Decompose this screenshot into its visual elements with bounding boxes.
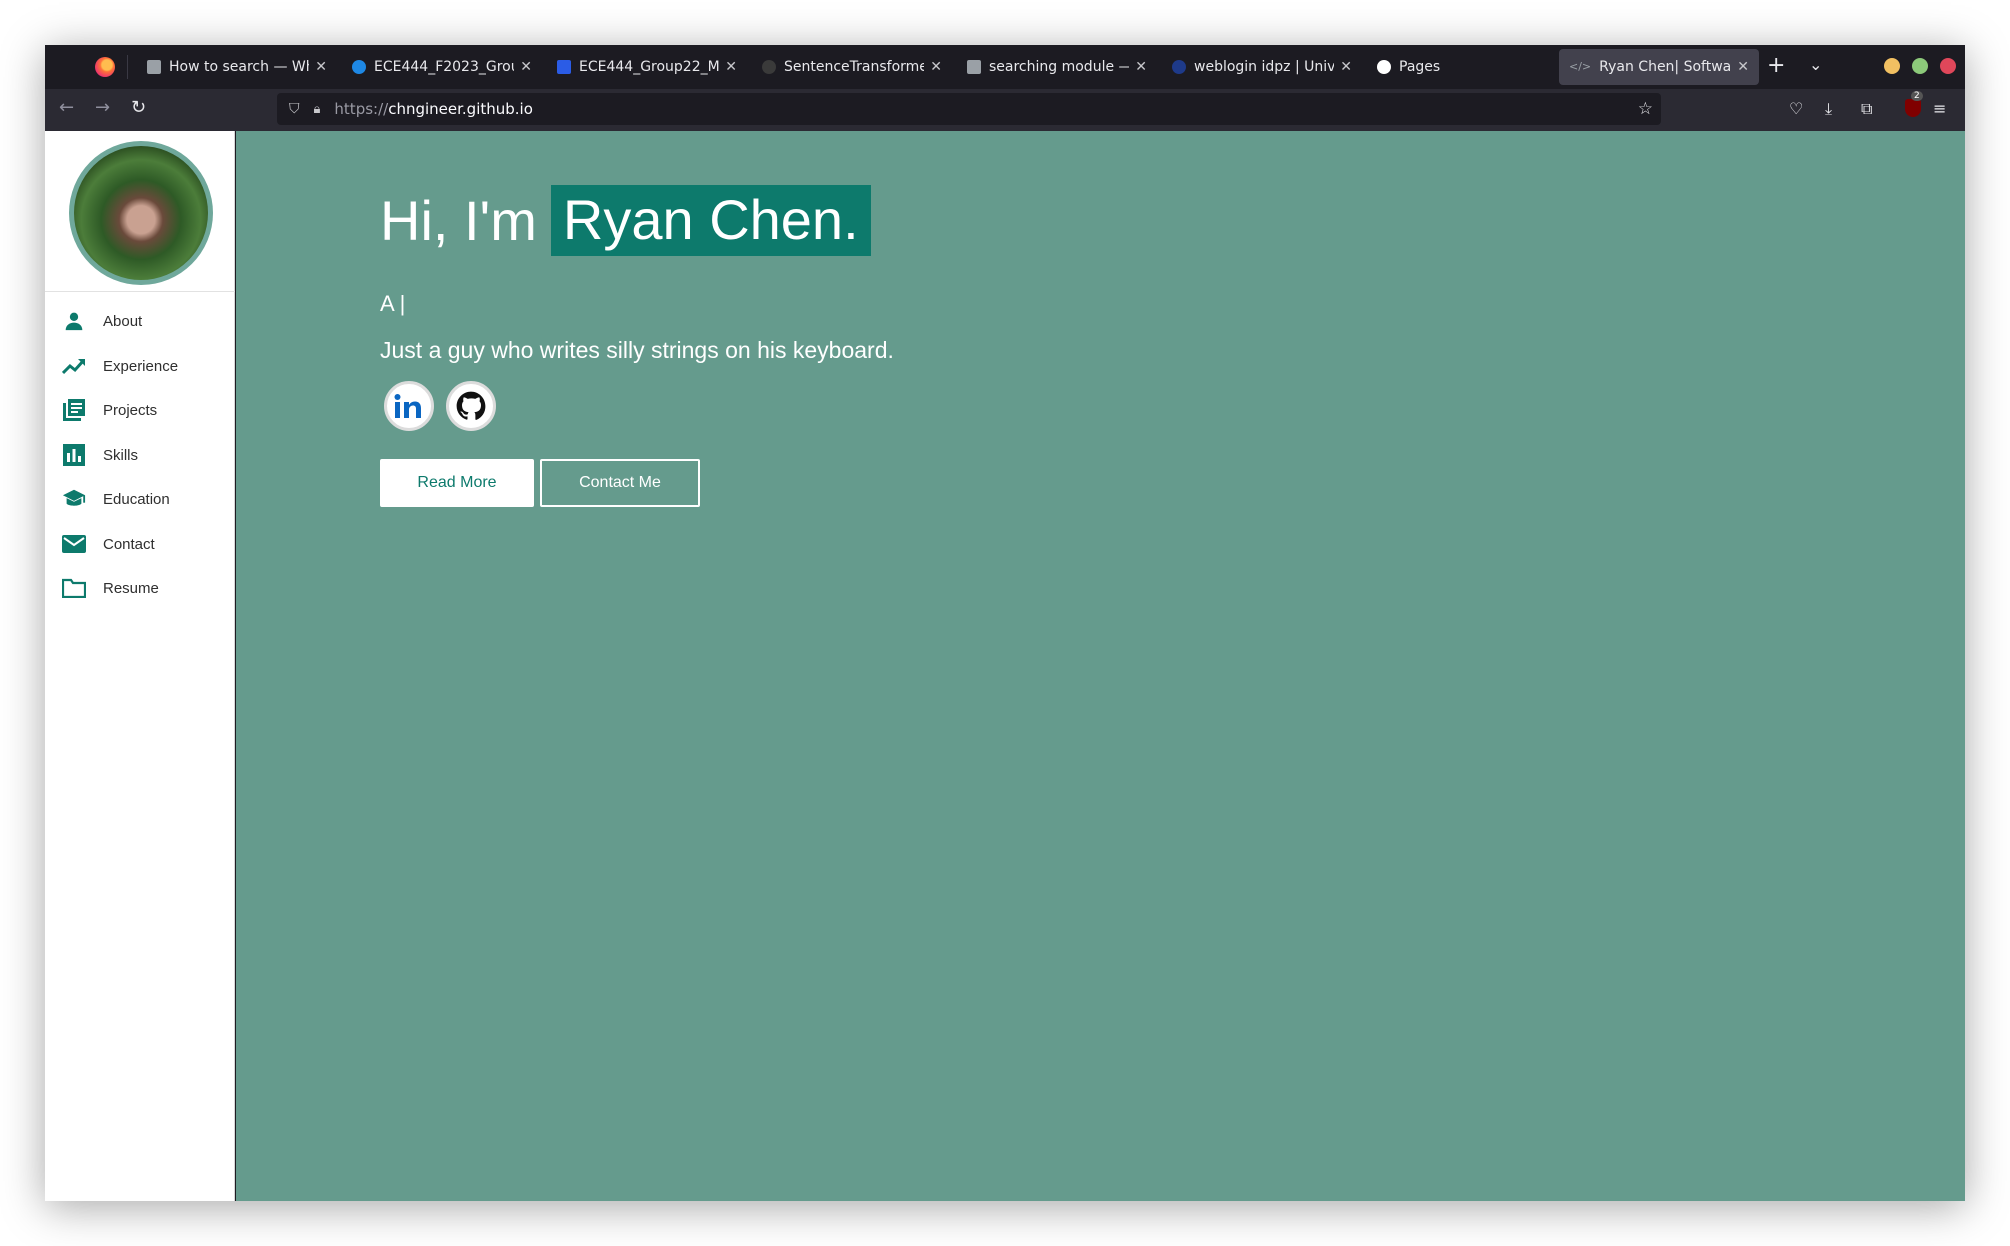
close-icon[interactable]: ✕: [520, 59, 532, 75]
web-page: About Experience Projects Skills Educati…: [45, 131, 1965, 1201]
onedrive-icon: [352, 60, 366, 74]
library-books-icon: [62, 398, 86, 422]
contact-me-button[interactable]: Contact Me: [540, 459, 700, 507]
typed-text: A |: [380, 291, 406, 316]
sidebar-item-experience[interactable]: Experience: [45, 346, 235, 386]
uoft-icon: [1172, 60, 1186, 74]
sidebar-item-projects[interactable]: Projects: [45, 390, 235, 430]
close-icon[interactable]: ✕: [1135, 59, 1147, 75]
shield-icon[interactable]: ⛉: [289, 101, 300, 117]
tab-weblogin[interactable]: weblogin idpz | Univer ✕: [1162, 47, 1362, 87]
avatar[interactable]: [69, 141, 213, 285]
sidebar-item-about[interactable]: About: [45, 301, 235, 341]
tagline: Just a guy who writes silly strings on h…: [380, 337, 894, 363]
trending-up-icon: [62, 354, 86, 378]
nav-toolbar: ← → ↻ ⛉ 🔒︎ https://chngineer.github.io ☆…: [45, 89, 1965, 131]
extension-badge: 2: [1911, 91, 1923, 101]
word-icon: [557, 60, 571, 74]
sidebar-item-education[interactable]: Education: [45, 479, 235, 519]
minimize-button[interactable]: [1884, 58, 1900, 74]
email-icon: [62, 532, 86, 556]
hf-icon: [762, 60, 776, 74]
sidebar-item-skills[interactable]: Skills: [45, 435, 235, 475]
close-icon[interactable]: ✕: [1340, 59, 1352, 75]
tab-word-doc[interactable]: ECE444_Group22_Miles ✕: [547, 47, 747, 87]
tab-title: ECE444_Group22_Miles: [579, 59, 720, 75]
sidebar-item-label: Projects: [103, 401, 158, 419]
back-icon[interactable]: ←: [59, 97, 74, 118]
folder-icon: [62, 576, 86, 600]
tab-title: How to search — Whoo: [169, 59, 309, 75]
sidebar-item-label: Experience: [103, 357, 179, 375]
read-more-button[interactable]: Read More: [380, 459, 534, 507]
tab-title: ECE444_F2023_Group2: [374, 59, 514, 75]
book-icon: [967, 60, 981, 74]
reload-icon[interactable]: ↻: [131, 97, 146, 118]
tab-title: Pages: [1399, 59, 1441, 75]
hero-section: Hi, I'm Ryan Chen. A | Just a guy who wr…: [236, 131, 1965, 1201]
name-highlight: Ryan Chen.: [550, 185, 871, 256]
tab-how-to-search[interactable]: How to search — Whoo ✕: [137, 47, 337, 87]
firefox-logo-icon[interactable]: [95, 57, 115, 77]
close-window-button[interactable]: [1940, 58, 1956, 74]
greeting-text: Hi, I'm: [380, 189, 537, 252]
bar-chart-icon: [62, 443, 86, 467]
page-title: Hi, I'm Ryan Chen.: [380, 185, 871, 256]
menu-icon[interactable]: ≡: [1933, 99, 1946, 118]
sidebar-item-label: Skills: [103, 446, 139, 464]
forward-icon[interactable]: →: [95, 97, 110, 118]
close-icon[interactable]: ✕: [725, 59, 737, 75]
close-icon[interactable]: ✕: [1737, 59, 1749, 75]
sidebar-item-label: Contact: [103, 535, 155, 553]
person-icon: [62, 309, 86, 333]
tab-title: SentenceTransformer –: [784, 59, 925, 75]
tab-title: weblogin idpz | Univer: [1194, 59, 1335, 75]
tab-title: Ryan Chen| Software D: [1599, 59, 1732, 75]
tab-ryan-chen[interactable]: </> Ryan Chen| Software D ✕: [1559, 49, 1759, 85]
github-icon[interactable]: [446, 381, 496, 431]
url-bar[interactable]: ⛉ 🔒︎ https://chngineer.github.io ☆: [277, 93, 1661, 125]
close-icon[interactable]: ✕: [930, 59, 942, 75]
maximize-button[interactable]: [1912, 58, 1928, 74]
close-icon[interactable]: ✕: [315, 59, 327, 75]
tab-title: searching module — W: [989, 59, 1129, 75]
bookmark-star-icon[interactable]: ☆: [1638, 99, 1653, 119]
profile-photo: [74, 146, 208, 280]
lock-icon[interactable]: 🔒︎: [314, 102, 321, 117]
sidebar-item-resume[interactable]: Resume: [45, 568, 235, 608]
new-tab-icon[interactable]: +: [1767, 53, 1785, 78]
browser-window: How to search — Whoo ✕ ECE444_F2023_Grou…: [45, 45, 1965, 1201]
sidebar-item-label: Education: [103, 490, 170, 508]
github-icon: [1377, 60, 1391, 74]
linkedin-icon[interactable]: [384, 381, 434, 431]
download-icon[interactable]: ⤓: [1825, 99, 1832, 119]
tab-searching-module[interactable]: searching module — W ✕: [957, 47, 1157, 87]
tab-separator: [127, 55, 128, 79]
school-icon: [62, 487, 86, 511]
code-icon: </>: [1569, 60, 1592, 73]
sidebar-item-label: About: [103, 312, 143, 330]
tab-onedrive[interactable]: ECE444_F2023_Group2 ✕: [342, 47, 542, 87]
tab-sentence-transformer[interactable]: SentenceTransformer – ✕: [752, 47, 952, 87]
divider: [45, 291, 235, 292]
extensions-icon[interactable]: ⧉: [1861, 99, 1872, 119]
ublock-icon[interactable]: [1905, 99, 1921, 117]
pocket-icon[interactable]: ♡: [1789, 99, 1803, 118]
sidebar-item-label: Resume: [103, 579, 159, 597]
url-text[interactable]: https://chngineer.github.io: [334, 100, 532, 118]
sidebar-item-contact[interactable]: Contact: [45, 524, 235, 564]
tab-strip: How to search — Whoo ✕ ECE444_F2023_Grou…: [45, 45, 1965, 89]
chevron-down-icon[interactable]: ⌄: [1809, 55, 1822, 74]
book-icon: [147, 60, 161, 74]
sidebar: About Experience Projects Skills Educati…: [45, 131, 235, 1201]
